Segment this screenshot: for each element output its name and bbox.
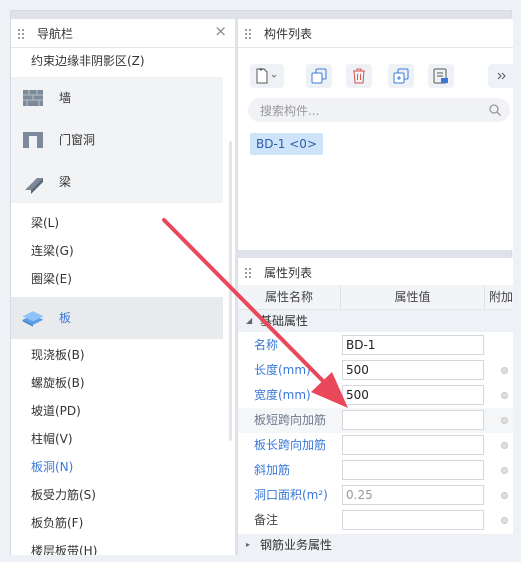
nav-cat-label: 板 <box>59 311 72 325</box>
nav-item-link-beam[interactable]: 连梁(G) <box>11 237 235 265</box>
drag-handle-icon[interactable] <box>244 267 252 279</box>
prop-row: 板短跨向加筋 <box>238 408 513 433</box>
extra-checkbox[interactable] <box>501 392 508 399</box>
new-icon <box>256 68 277 84</box>
nav-item-slab-neg-rebar[interactable]: 板负筋(F) <box>11 509 235 537</box>
prop-row: 备注 <box>238 508 513 533</box>
nav-item-cast-slab[interactable]: 现浇板(B) <box>11 341 235 369</box>
nav-scrollbar[interactable] <box>229 141 232 441</box>
nav-item-spiral-slab[interactable]: 螺旋板(B) <box>11 369 235 397</box>
prop-value-field[interactable]: BD-1 <box>342 335 484 355</box>
prop-row: 长度(mm) 500 <box>238 358 513 383</box>
col-name: 属性名称 <box>238 285 341 309</box>
property-title: 属性列表 <box>264 266 313 280</box>
extra-checkbox[interactable] <box>501 367 508 374</box>
component-panel: 构件列表 搜索构件... BD-1 <0> <box>238 19 513 250</box>
nav-cat-label: 梁 <box>59 175 72 189</box>
nav-list: 约束边缘非阴影区(Z) 墙 门窗洞 梁 梁(L) 连梁(G) 圈梁(E) 板 现… <box>11 49 235 555</box>
app-window: 导航栏 × 约束边缘非阴影区(Z) 墙 门窗洞 梁 梁(L) 连梁(G) 圈梁(… <box>10 10 513 555</box>
prop-value-field[interactable] <box>342 435 484 455</box>
drag-handle-icon[interactable] <box>17 28 25 40</box>
col-value: 属性值 <box>341 285 485 309</box>
nav-item-constraint[interactable]: 约束边缘非阴影区(Z) <box>11 49 235 77</box>
extra-checkbox[interactable] <box>501 417 508 424</box>
new-button[interactable] <box>250 64 284 88</box>
component-item[interactable]: BD-1 <0> <box>250 133 323 155</box>
nav-cat-label: 墙 <box>59 91 72 105</box>
nav-item-slab-rebar[interactable]: 板受力筋(S) <box>11 481 235 509</box>
nav-item-floor-strip[interactable]: 楼层板带(H) <box>11 537 235 555</box>
col-extra: 附加 <box>488 290 513 304</box>
nav-title: 导航栏 <box>37 27 74 41</box>
prop-value-field[interactable] <box>342 460 484 480</box>
nav-cat-label: 门窗洞 <box>59 133 96 147</box>
nav-cat-door-window[interactable]: 门窗洞 <box>11 119 223 161</box>
component-title-bar: 构件列表 <box>238 19 513 48</box>
property-title-bar: 属性列表 <box>238 258 513 287</box>
collapse-icon: ◢ <box>246 316 253 325</box>
prop-value-field[interactable]: 500 <box>342 360 484 380</box>
duplicate-icon <box>393 68 409 84</box>
group-basic[interactable]: ◢ 基础属性 <box>238 310 513 332</box>
prop-row: 板长跨向加筋 <box>238 433 513 458</box>
beam-icon <box>25 178 43 194</box>
door-window-icon <box>23 132 43 148</box>
prop-value-field[interactable] <box>342 410 484 430</box>
nav-cat-slab[interactable]: 板 <box>11 297 223 339</box>
extra-checkbox[interactable] <box>501 467 508 474</box>
extra-checkbox[interactable] <box>501 492 508 499</box>
layer-copy-icon <box>433 68 448 84</box>
more-button[interactable] <box>488 64 513 88</box>
component-title: 构件列表 <box>264 27 313 41</box>
nav-title-bar: 导航栏 × <box>11 19 235 48</box>
expand-icon: ▸ <box>246 540 251 549</box>
prop-value-field[interactable] <box>342 510 484 530</box>
slab-icon <box>22 311 44 327</box>
extra-checkbox[interactable] <box>501 442 508 449</box>
delete-button[interactable] <box>346 64 372 88</box>
nav-item-beam-l[interactable]: 梁(L) <box>11 209 235 237</box>
group-rebar-label: 钢筋业务属性 <box>260 538 333 552</box>
nav-item-ramp[interactable]: 坡道(PD) <box>11 397 235 425</box>
layer-copy-button[interactable] <box>428 64 454 88</box>
trash-icon <box>353 68 365 84</box>
prop-value-field[interactable]: 0.25 <box>342 485 484 505</box>
close-icon[interactable]: × <box>214 22 227 40</box>
copy-icon <box>311 68 327 84</box>
prop-value-field[interactable]: 500 <box>342 385 484 405</box>
prop-row: 斜加筋 <box>238 458 513 483</box>
extra-checkbox[interactable] <box>501 517 508 524</box>
nav-panel: 导航栏 × 约束边缘非阴影区(Z) 墙 门窗洞 梁 梁(L) 连梁(G) 圈梁(… <box>11 19 235 555</box>
property-panel: 属性列表 属性名称 属性值 附加 ◢ 基础属性 名称 BD-1 长度(mm) 5… <box>238 258 513 555</box>
nav-cat-wall[interactable]: 墙 <box>11 77 223 119</box>
nav-cat-beam[interactable]: 梁 <box>11 161 223 203</box>
drag-handle-icon[interactable] <box>244 28 252 40</box>
search-icon[interactable] <box>488 103 502 117</box>
nav-item-column-cap[interactable]: 柱帽(V) <box>11 425 235 453</box>
chevron-right-icon <box>497 72 506 80</box>
duplicate-button[interactable] <box>388 64 414 88</box>
property-header: 属性名称 属性值 附加 <box>238 285 513 310</box>
prop-row: 名称 BD-1 <box>238 333 513 358</box>
prop-row: 洞口面积(m²) 0.25 <box>238 483 513 508</box>
search-input[interactable]: 搜索构件... <box>260 102 319 119</box>
group-rebar[interactable]: ▸ 钢筋业务属性 <box>238 534 513 555</box>
component-search[interactable]: 搜索构件... <box>248 98 510 122</box>
group-basic-label: 基础属性 <box>260 314 309 328</box>
prop-row: 宽度(mm) 500 <box>238 383 513 408</box>
nav-item-slab-hole[interactable]: 板洞(N) <box>11 453 235 481</box>
wall-icon <box>23 90 43 106</box>
nav-item-ring-beam[interactable]: 圈梁(E) <box>11 265 235 293</box>
copy-button[interactable] <box>306 64 332 88</box>
